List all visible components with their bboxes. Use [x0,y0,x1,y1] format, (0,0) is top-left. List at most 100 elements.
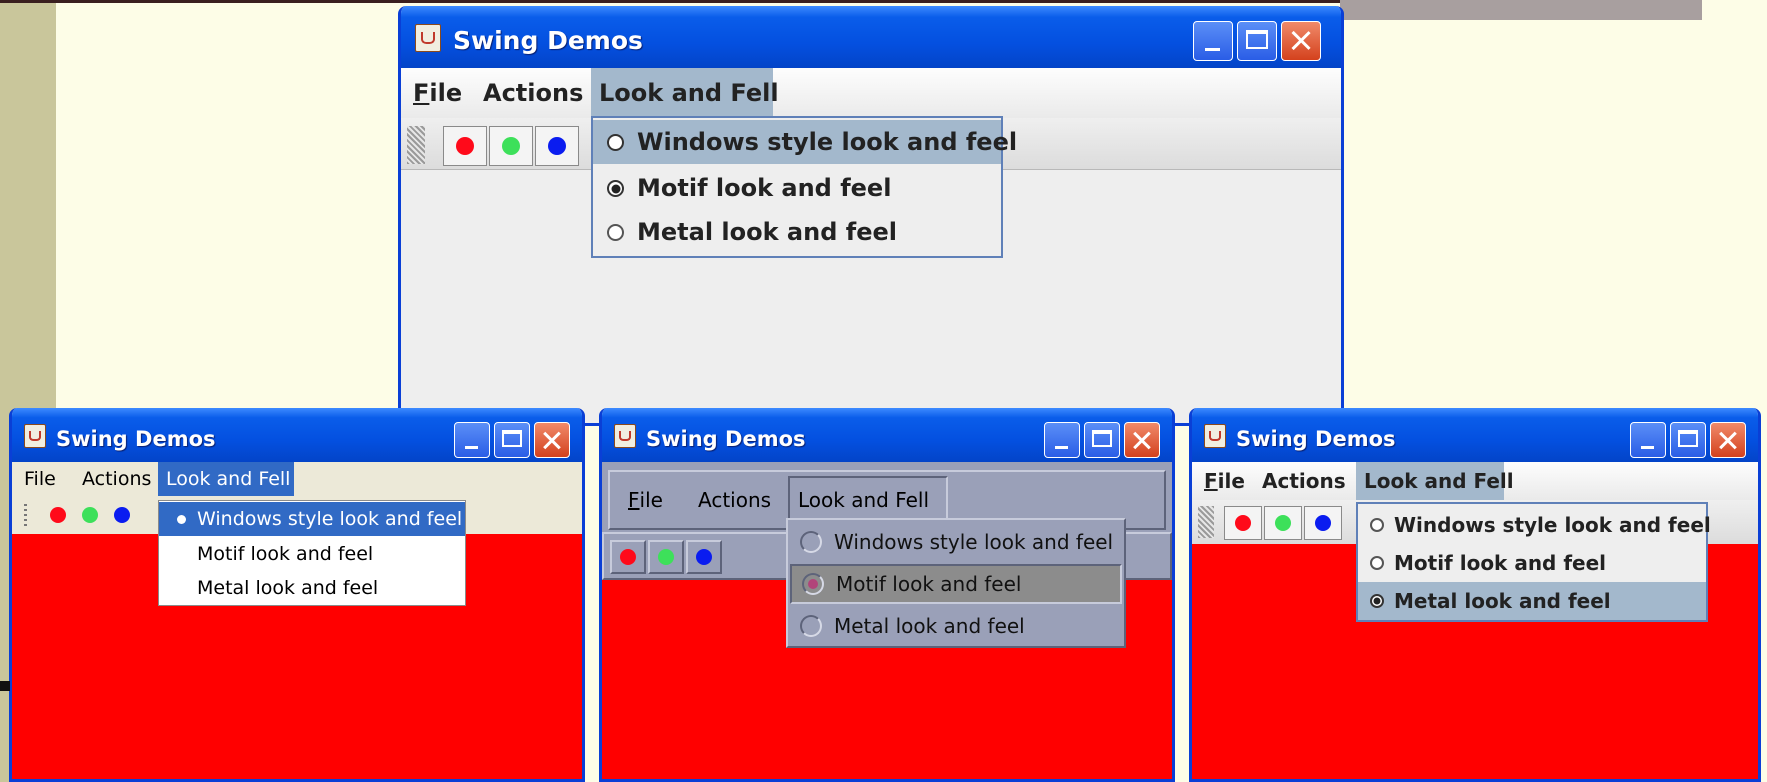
green-circle-icon [502,137,520,155]
blue-circle-icon [1315,515,1331,531]
red-button[interactable] [42,502,74,528]
radio-unselected-icon [607,134,624,151]
window-title: Swing Demos [646,427,806,451]
title-bar[interactable]: Swing Demos [12,408,582,462]
laf-option-metal[interactable]: Metal look and feel [788,606,1124,646]
laf-option-metal[interactable]: Metal look and feel [1358,582,1706,620]
maximize-button[interactable] [1237,21,1277,61]
blue-button[interactable] [535,126,579,166]
menu-file[interactable]: File [16,462,64,496]
look-and-feel-popup: Windows style look and feel Motif look a… [786,518,1126,648]
java-cup-icon [24,424,46,448]
green-circle-icon [82,507,98,523]
menu-file[interactable]: File [405,68,470,118]
green-button[interactable] [1264,506,1302,540]
radio-unselected-icon [607,224,624,241]
green-button[interactable] [489,126,533,166]
laf-option-windows[interactable]: Windows style look and feel [593,120,1017,164]
radio-unselected-icon [1370,556,1384,570]
java-cup-icon [415,24,441,52]
minimize-icon [1631,423,1665,457]
java-cup-icon [1204,424,1226,448]
close-button[interactable] [1124,422,1160,458]
blue-button[interactable] [106,502,138,528]
title-bar[interactable]: Swing Demos [602,408,1172,462]
minimize-button[interactable] [454,422,490,458]
menu-bar: File Actions Look and Fell [401,68,1341,118]
swing-demos-window-top[interactable]: Swing Demos File Actions Look and Fell W… [398,6,1344,426]
menu-actions[interactable]: Actions [475,68,591,118]
menu-bar: File Actions Look and Fell [1192,462,1758,500]
blue-circle-icon [114,507,130,523]
minimize-icon [455,423,489,457]
close-button[interactable] [1710,422,1746,458]
look-and-feel-popup: Windows style look and feel Motif look a… [591,116,1017,258]
maximize-button[interactable] [1670,422,1706,458]
menu-look-and-fell[interactable]: Look and Fell [158,462,294,496]
red-circle-icon [456,137,474,155]
laf-option-motif[interactable]: Motif look and feel [593,166,1001,210]
radio-unselected-icon [800,531,822,553]
blue-button[interactable] [1304,506,1342,540]
swing-demos-window-windows-laf[interactable]: Swing Demos File Actions Look and Fell W… [9,408,585,782]
java-cup-icon [614,424,636,448]
close-icon [535,423,569,457]
minimize-button[interactable] [1630,422,1666,458]
laf-option-windows[interactable]: Windows style look and feel [159,502,465,536]
menu-look-and-fell[interactable]: Look and Fell [1356,462,1514,500]
menu-file[interactable]: File [1196,462,1253,500]
minimize-button[interactable] [1193,21,1233,61]
green-button[interactable] [74,502,106,528]
minimize-button[interactable] [1044,422,1080,458]
desktop-cursor-mark [0,681,10,691]
look-and-feel-popup: Windows style look and feel Motif look a… [158,500,466,606]
green-circle-icon [658,549,674,565]
radio-selected-icon [1370,594,1384,608]
toolbar-grip[interactable] [1198,506,1214,538]
window-title: Swing Demos [453,26,643,55]
menu-actions[interactable]: Actions [74,462,159,496]
laf-option-motif[interactable]: Motif look and feel [159,537,465,571]
green-button[interactable] [648,540,684,574]
maximize-icon [1085,423,1119,457]
red-button[interactable] [610,540,646,574]
laf-option-windows[interactable]: Windows style look and feel [1358,506,1711,544]
close-icon [1282,22,1320,60]
laf-option-windows[interactable]: Windows style look and feel [788,522,1124,562]
radio-selected-icon [802,573,824,595]
maximize-icon [1238,22,1276,60]
title-bar[interactable]: Swing Demos [1192,408,1758,462]
maximize-icon [1671,423,1705,457]
toolbar-grip[interactable] [407,126,425,164]
red-circle-icon [1235,515,1251,531]
maximize-icon [495,423,529,457]
close-button[interactable] [1281,21,1321,61]
menu-look-and-fell[interactable]: Look and Fell [788,476,948,524]
close-icon [1125,423,1159,457]
green-circle-icon [1275,515,1291,531]
swing-demos-window-metal-laf[interactable]: Swing Demos File Actions Look and Fell W… [1189,408,1761,782]
laf-option-metal-motif[interactable]: Motif look and feel [1358,544,1706,582]
laf-option-metal[interactable]: Metal look and feel [159,571,465,605]
swing-demos-window-motif-laf[interactable]: Swing Demos File Actions Look and Fell W… [599,408,1175,782]
toolbar-grip[interactable] [24,504,27,526]
menu-actions[interactable]: Actions [690,472,779,528]
maximize-button[interactable] [1084,422,1120,458]
maximize-button[interactable] [494,422,530,458]
close-button[interactable] [534,422,570,458]
laf-option-motif[interactable]: Motif look and feel [790,564,1122,604]
red-button[interactable] [1224,506,1262,540]
red-circle-icon [50,507,66,523]
menu-file[interactable]: File [620,472,671,528]
radio-unselected-icon [800,615,822,637]
menu-bar: File Actions Look and Fell [12,462,582,496]
blue-button[interactable] [686,540,722,574]
menu-actions[interactable]: Actions [1254,462,1354,500]
blue-circle-icon [696,549,712,565]
menu-look-and-fell[interactable]: Look and Fell [591,68,779,118]
title-bar[interactable]: Swing Demos [401,6,1341,68]
laf-option-metal[interactable]: Metal look and feel [593,210,1001,254]
red-button[interactable] [443,126,487,166]
minimize-icon [1045,423,1079,457]
bullet-selected-icon [177,515,186,524]
